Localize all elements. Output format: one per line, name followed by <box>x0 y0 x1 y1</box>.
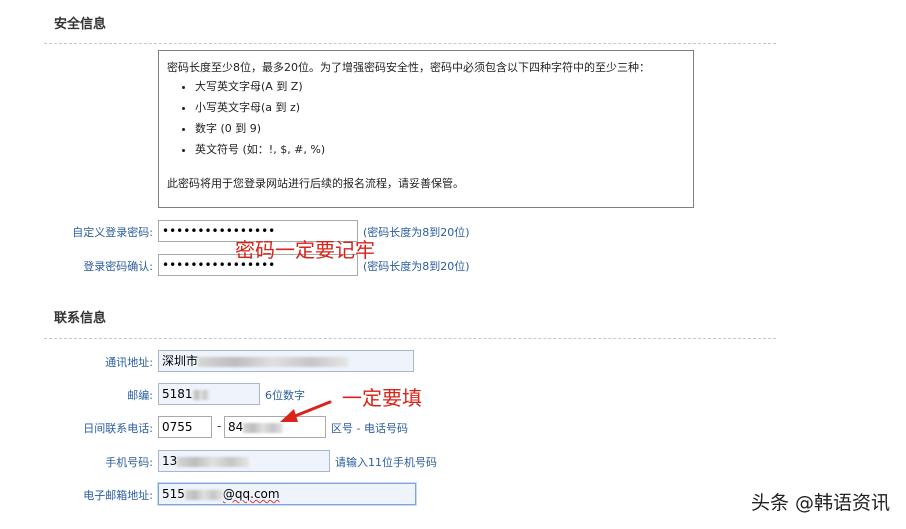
watermark: 头条 @韩语资讯 <box>750 492 890 514</box>
blurred-region <box>177 456 250 467</box>
rule-lowercase: 小写英文字母(a 到 z) <box>195 100 685 116</box>
rule-uppercase: 大写英文字母(A 到 Z) <box>195 79 685 95</box>
mobile-label: 手机号码: <box>105 456 153 469</box>
blurred-region <box>192 389 209 400</box>
address-input[interactable]: 深圳市 <box>158 350 414 372</box>
phone-separator: - <box>217 419 222 433</box>
email-label: 电子邮箱地址: <box>83 489 153 502</box>
postcode-label: 邮编: <box>127 389 153 402</box>
address-value: 深圳市 <box>162 354 199 368</box>
blurred-region <box>198 356 349 367</box>
phone-label: 日间联系电话: <box>83 422 153 435</box>
address-label: 通讯地址: <box>105 356 153 369</box>
postcode-input[interactable]: 5181 <box>158 383 260 405</box>
password-rules-intro: 密码长度至少8位，最多20位。为了增强密码安全性，密码中必须包含以下四种字符中的… <box>167 61 650 74</box>
rule-symbols: 英文符号 (如：!, $, #, %) <box>195 142 685 158</box>
confirm-password-label: 登录密码确认: <box>83 260 153 273</box>
postcode-value: 5181 <box>162 387 193 401</box>
email-prefix: 515 <box>162 487 185 501</box>
red-arrow-icon <box>280 400 332 422</box>
security-divider <box>44 43 776 44</box>
password-annotation: 密码一定要记牢 <box>235 238 375 262</box>
contact-divider <box>44 338 776 339</box>
password-label: 自定义登录密码: <box>72 226 153 239</box>
blurred-region <box>184 489 223 500</box>
password-rules-list: 大写英文字母(A 到 Z) 小写英文字母(a 到 z) 数字 (0 到 9) 英… <box>167 79 685 158</box>
mobile-input[interactable]: 13 <box>158 450 330 472</box>
required-annotation: 一定要填 <box>342 386 422 410</box>
confirm-password-hint: (密码长度为8到20位) <box>363 260 470 273</box>
security-section-title: 安全信息 <box>54 17 107 32</box>
email-input[interactable]: 515 @qq.com <box>158 483 416 505</box>
phone-area-input[interactable]: 0755 <box>158 416 212 438</box>
mobile-hint: 请输入11位手机号码 <box>335 456 437 469</box>
rule-digits: 数字 (0 到 9) <box>195 121 685 137</box>
phone-number-value: 84 <box>228 420 244 434</box>
password-rules-box: 密码长度至少8位，最多20位。为了增强密码安全性，密码中必须包含以下四种字符中的… <box>158 50 694 208</box>
phone-hint: 区号 - 电话号码 <box>331 422 408 435</box>
password-rules-note: 此密码将用于您登录网站进行后续的报名流程，请妥善保管。 <box>167 177 464 190</box>
contact-section-title: 联系信息 <box>54 311 107 326</box>
password-hint: (密码长度为8到20位) <box>363 226 470 239</box>
email-domain: @qq.com <box>222 487 280 501</box>
mobile-value: 13 <box>162 454 178 468</box>
